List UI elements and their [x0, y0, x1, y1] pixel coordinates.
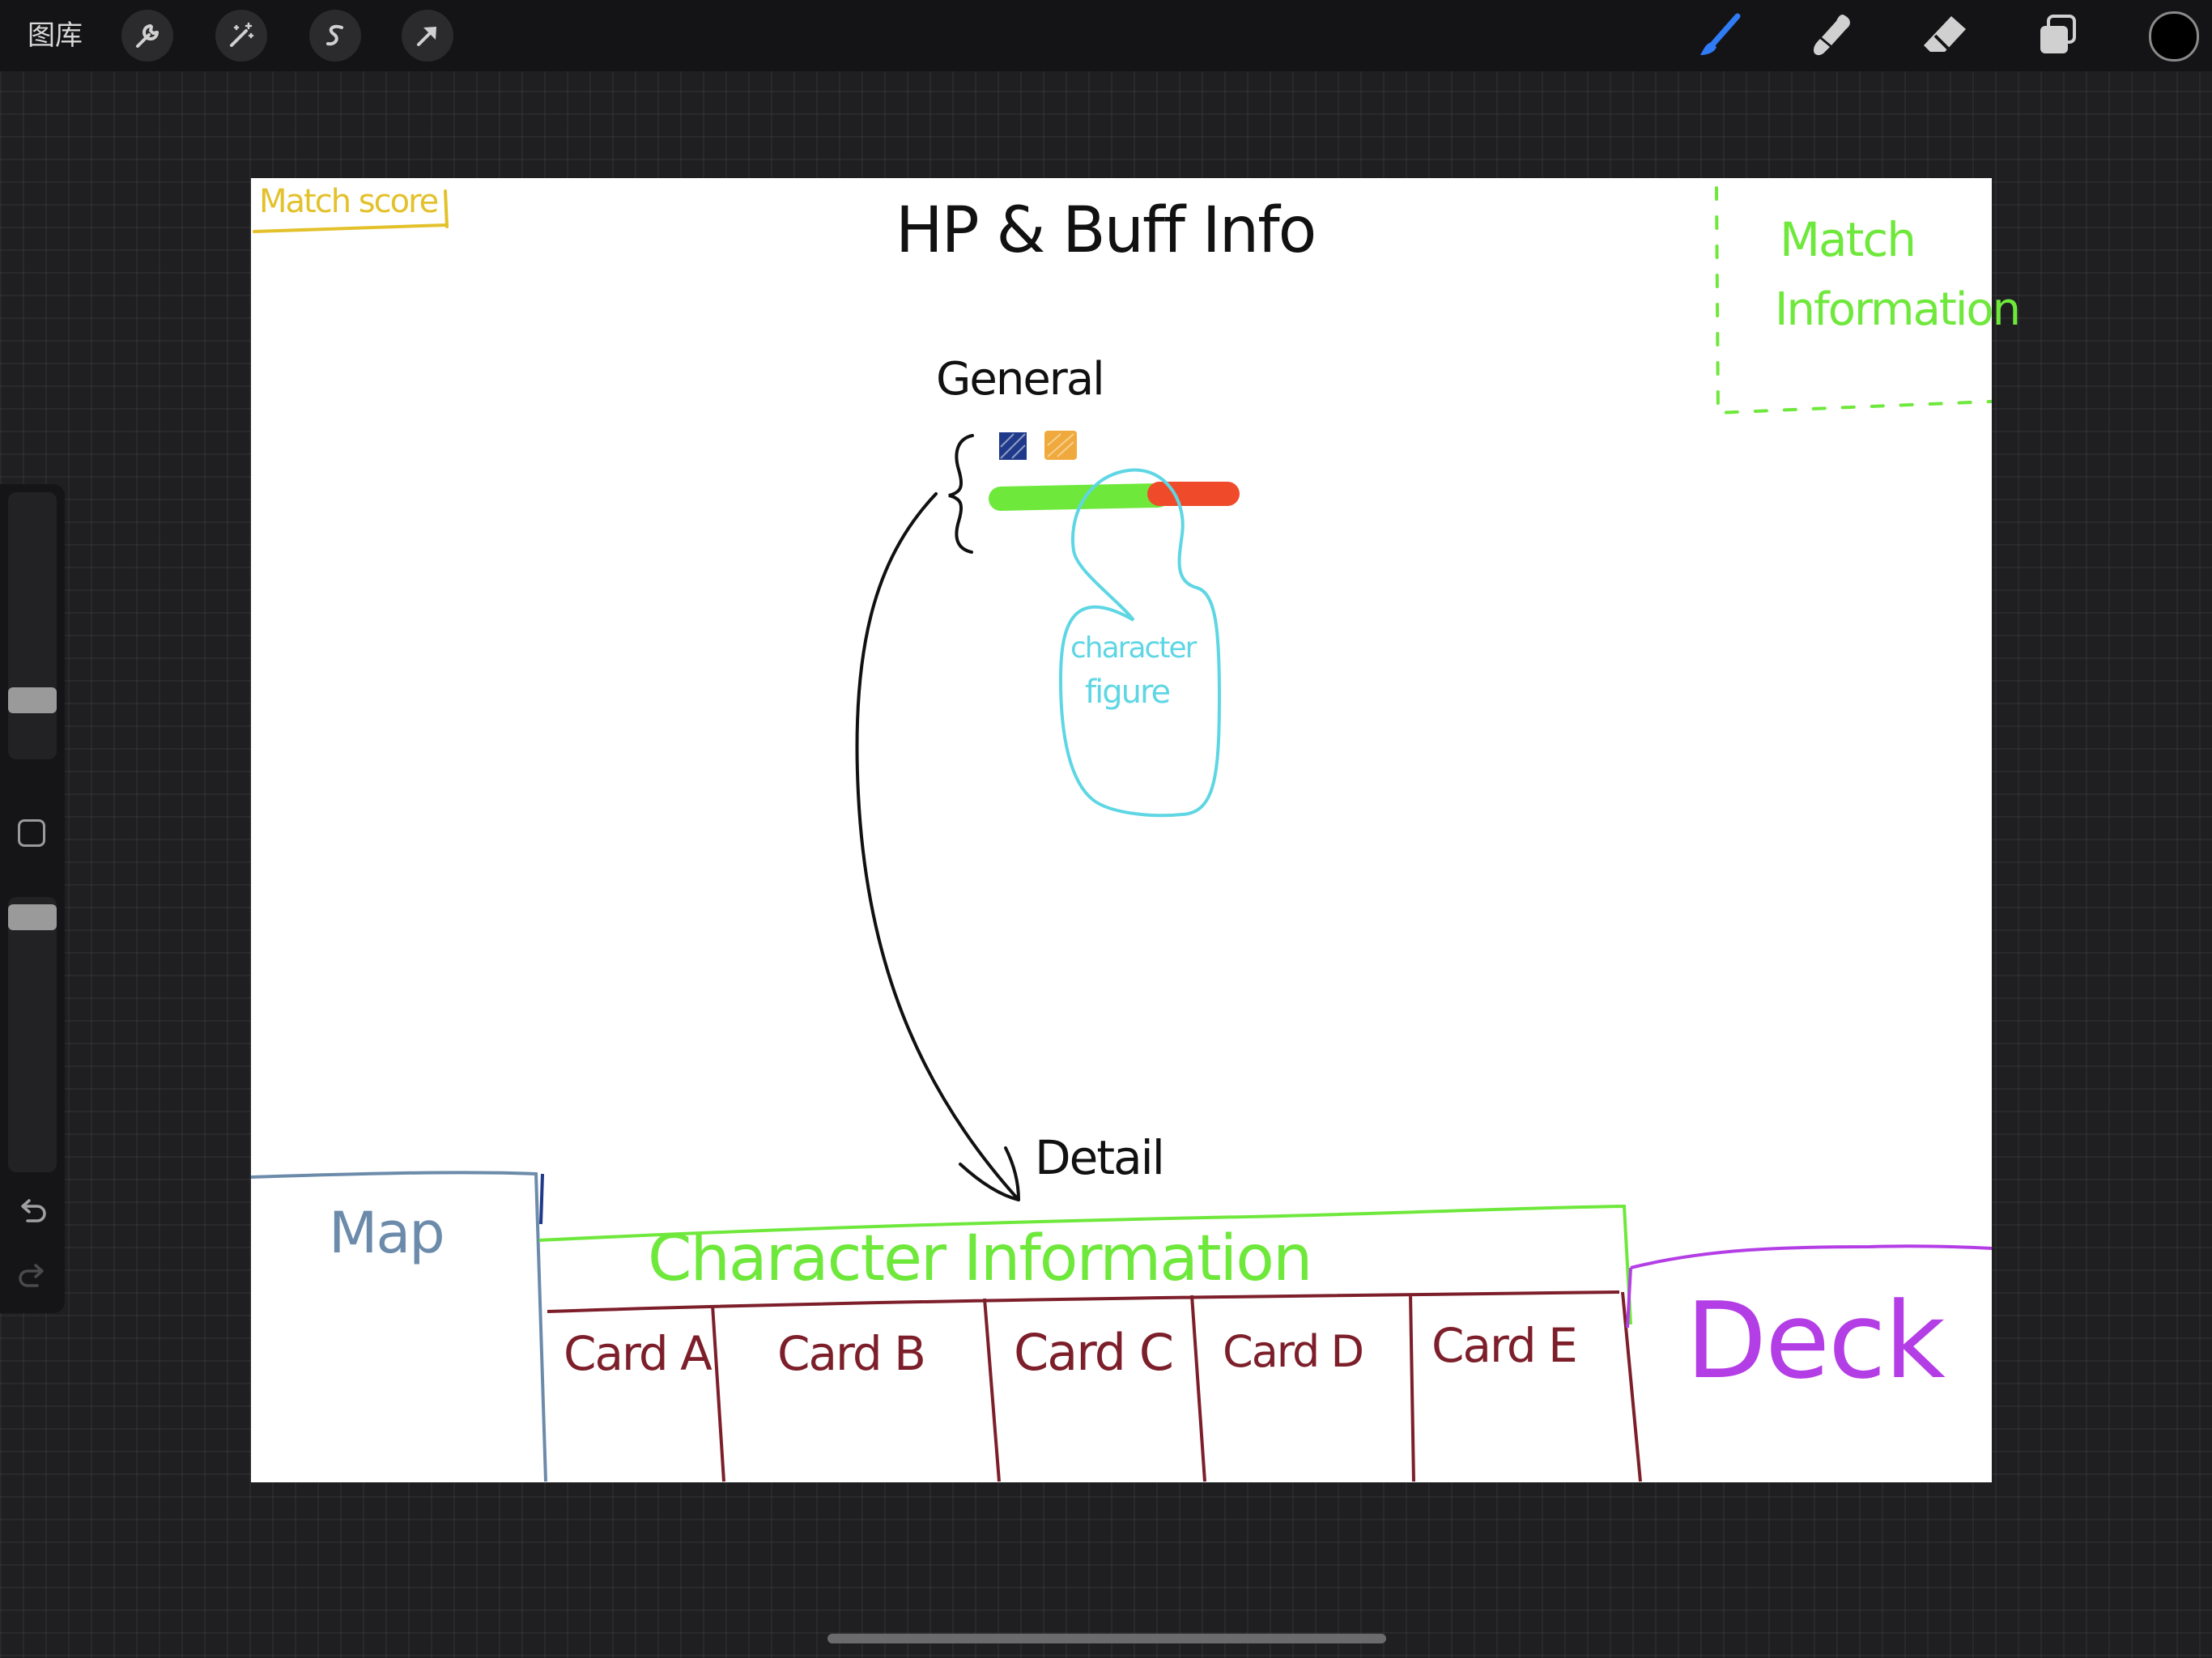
smudge-icon	[1814, 15, 1850, 56]
selection-button[interactable]	[309, 10, 361, 62]
general-label: General	[936, 353, 1105, 406]
magic-wand-icon	[230, 22, 254, 47]
brush-icon	[1700, 13, 1741, 55]
character-figure-label-line2: figure	[1085, 674, 1171, 711]
brush-size-slider[interactable]	[8, 492, 57, 759]
map-label: Map	[329, 1200, 445, 1266]
card-b-label: Card B	[777, 1326, 926, 1381]
layers-tool[interactable]	[2032, 11, 2084, 60]
opacity-thumb[interactable]	[8, 904, 57, 931]
eraser-tool[interactable]	[1919, 11, 1971, 60]
home-indicator	[827, 1634, 1386, 1643]
wrench-icon	[136, 24, 159, 48]
selection-s-icon	[326, 24, 343, 46]
general-to-detail-arrow	[855, 492, 1020, 1201]
match-information-label-line2: Information	[1775, 283, 2021, 336]
redo-icon[interactable]	[15, 1260, 50, 1295]
top-toolbar: 图库	[0, 0, 2212, 71]
brush-tool[interactable]	[1695, 11, 1747, 60]
general-brace	[948, 434, 974, 554]
drawing-canvas[interactable]: Match score HP & Buff Info Match Informa…	[251, 178, 2021, 1482]
character-figure-label-line1: character	[1070, 631, 1197, 665]
detail-label: Detail	[1035, 1130, 1165, 1185]
actions-button[interactable]	[121, 10, 173, 62]
card-a-label: Card A	[564, 1326, 713, 1381]
hp-bar-green	[989, 483, 1170, 511]
match-information-label-line1: Match	[1780, 212, 1916, 267]
card-c-label: Card C	[1014, 1323, 1174, 1382]
smudge-tool[interactable]	[1807, 11, 1859, 60]
layers-icon	[2040, 15, 2076, 53]
opacity-slider[interactable]	[8, 897, 57, 1172]
card-d-label: Card D	[1223, 1326, 1364, 1377]
undo-icon[interactable]	[15, 1195, 50, 1231]
transform-arrow-icon	[417, 27, 436, 46]
color-picker-button[interactable]	[2149, 11, 2199, 62]
left-sidebar	[0, 484, 65, 1313]
hp-buff-info-title: HP & Buff Info	[895, 194, 1317, 267]
brush-size-thumb[interactable]	[8, 687, 57, 714]
modify-square-button[interactable]	[18, 819, 45, 847]
transform-button[interactable]	[402, 10, 453, 62]
card-e-label: Card E	[1431, 1318, 1578, 1373]
deck-label: Deck	[1686, 1279, 1946, 1402]
match-score-label: Match score	[259, 183, 439, 220]
eraser-icon	[1924, 16, 1966, 52]
adjustments-button[interactable]	[215, 10, 267, 62]
gallery-button[interactable]: 图库	[28, 16, 83, 55]
character-information-label: Character Information	[648, 1222, 1312, 1295]
